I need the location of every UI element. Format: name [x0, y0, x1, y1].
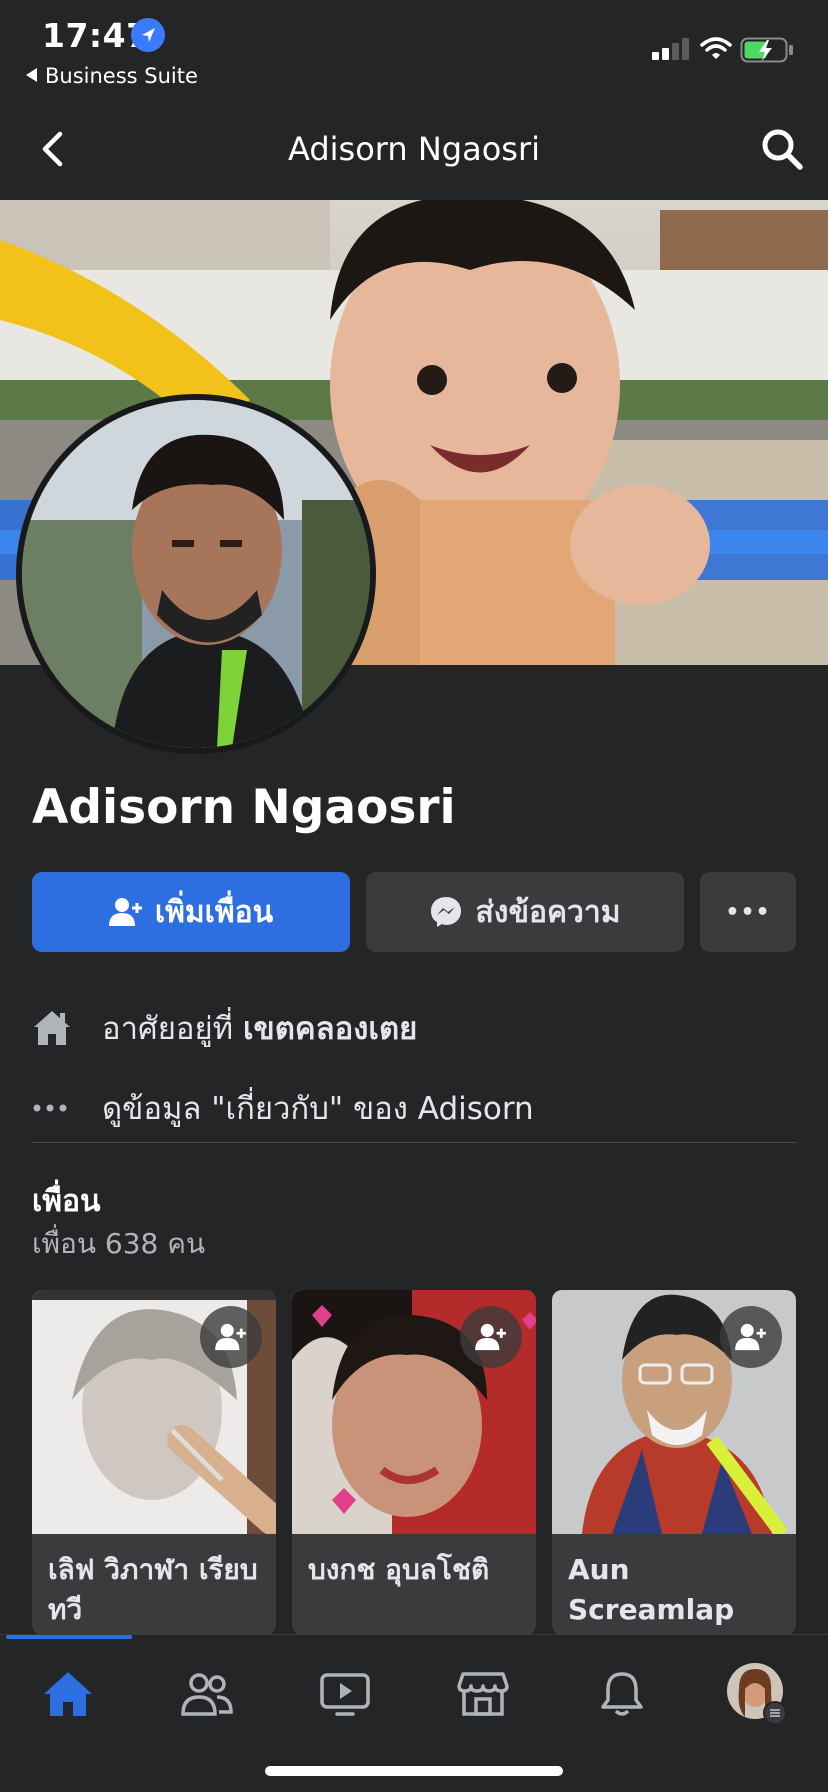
friend-card[interactable]: บงกช อุบลโชติ [292, 1290, 536, 1635]
about-link-label: ดูข้อมูล "เกี่ยวกับ" ของ Adisorn [102, 1091, 534, 1127]
friend-name: บงกช อุบลโชติ [308, 1553, 490, 1586]
watch-icon[interactable] [305, 1661, 385, 1727]
add-friend-label: เพิ่มเพื่อน [154, 894, 274, 930]
home-indicator [265, 1766, 563, 1776]
friend-name: Aun Screamlap [568, 1553, 735, 1626]
friends-count: เพื่อน 638 คน [32, 1227, 206, 1260]
profile-name: Adisorn Ngaosri [32, 780, 456, 835]
friend-card[interactable]: เลิฟ วิภาฬา เรียบทวี [32, 1290, 276, 1635]
status-bar: 17:47 Business Suite [0, 0, 828, 100]
friend-photo [32, 1290, 276, 1534]
lives-in-prefix: อาศัยอยู่ที่ [102, 1011, 243, 1047]
friend-photo [292, 1290, 536, 1534]
location-arrow-icon [131, 18, 165, 52]
add-friend-icon [108, 898, 142, 926]
add-friend-icon[interactable] [720, 1306, 782, 1368]
back-app-label: Business Suite [45, 64, 198, 88]
message-button[interactable]: ส่งข้อความ [366, 872, 684, 952]
add-friend-button[interactable]: เพิ่มเพื่อน [32, 872, 350, 952]
more-dots-icon [32, 1103, 102, 1113]
divider [32, 1142, 796, 1143]
friend-name: เลิฟ วิภาฬา เรียบทวี [48, 1553, 258, 1626]
home-icon[interactable] [28, 1661, 108, 1727]
friends-icon[interactable] [167, 1661, 247, 1727]
marketplace-icon[interactable] [443, 1661, 523, 1727]
search-icon[interactable] [758, 125, 806, 173]
friend-photo [552, 1290, 796, 1534]
add-friend-icon[interactable] [200, 1306, 262, 1368]
cellular-signal-icon [652, 38, 690, 60]
nav-header: Adisorn Ngaosri [0, 100, 828, 200]
page-title: Adisorn Ngaosri [288, 130, 540, 168]
profile-picture[interactable] [16, 394, 376, 754]
more-options-button[interactable]: ••• [700, 872, 796, 952]
profile-menu-avatar[interactable] [718, 1661, 798, 1727]
back-to-app-link[interactable]: Business Suite [26, 64, 198, 88]
lives-in-place[interactable]: เขตคลองเตย [243, 1011, 417, 1047]
wifi-icon [700, 36, 732, 62]
messenger-icon [431, 897, 462, 927]
friend-card[interactable]: Aun Screamlap [552, 1290, 796, 1635]
friends-section-title: เพื่อน [32, 1184, 101, 1219]
message-label: ส่งข้อความ [475, 894, 621, 930]
more-icon: ••• [725, 899, 771, 925]
about-info-link[interactable]: ดูข้อมูล "เกี่ยวกับ" ของ Adisorn [0, 1078, 828, 1138]
lives-in-row: อาศัยอยู่ที่ เขตคลองเตย [0, 998, 828, 1058]
battery-charging-icon [740, 37, 794, 63]
active-tab-indicator [6, 1635, 132, 1639]
home-icon [32, 1008, 102, 1048]
notifications-icon[interactable] [582, 1661, 662, 1727]
add-friend-icon[interactable] [460, 1306, 522, 1368]
